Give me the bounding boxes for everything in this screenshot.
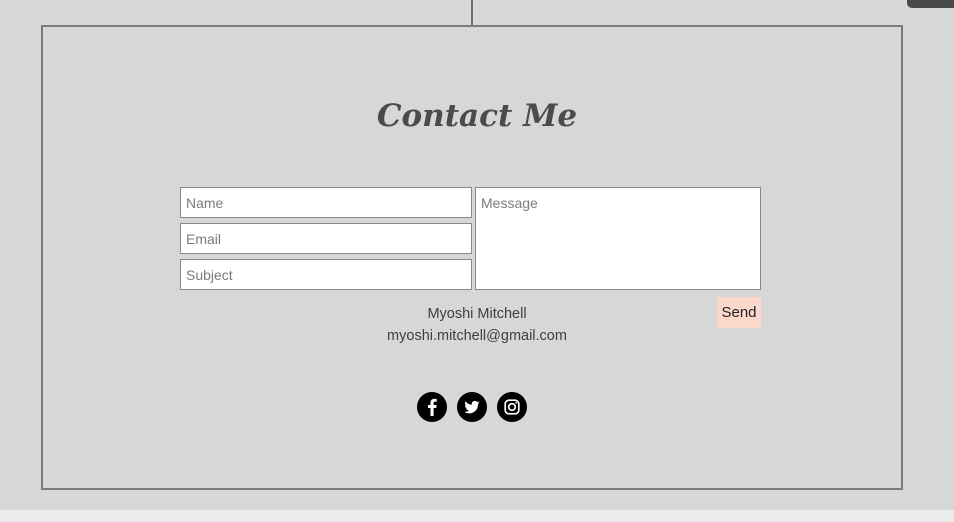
message-textarea[interactable] [475, 187, 761, 290]
divider-line [471, 0, 473, 26]
twitter-icon[interactable] [457, 392, 487, 422]
contact-name: Myoshi Mitchell [427, 306, 527, 322]
contact-email: myoshi.mitchell@gmail.com [387, 328, 567, 344]
page-title: Contact Me [376, 98, 578, 134]
facebook-icon[interactable] [417, 392, 447, 422]
footer-strip [0, 510, 954, 522]
social-links [417, 392, 527, 422]
instagram-icon[interactable] [497, 392, 527, 422]
email-input[interactable] [180, 223, 472, 254]
corner-badge [907, 0, 954, 8]
name-input[interactable] [180, 187, 472, 218]
subject-input[interactable] [180, 259, 472, 290]
